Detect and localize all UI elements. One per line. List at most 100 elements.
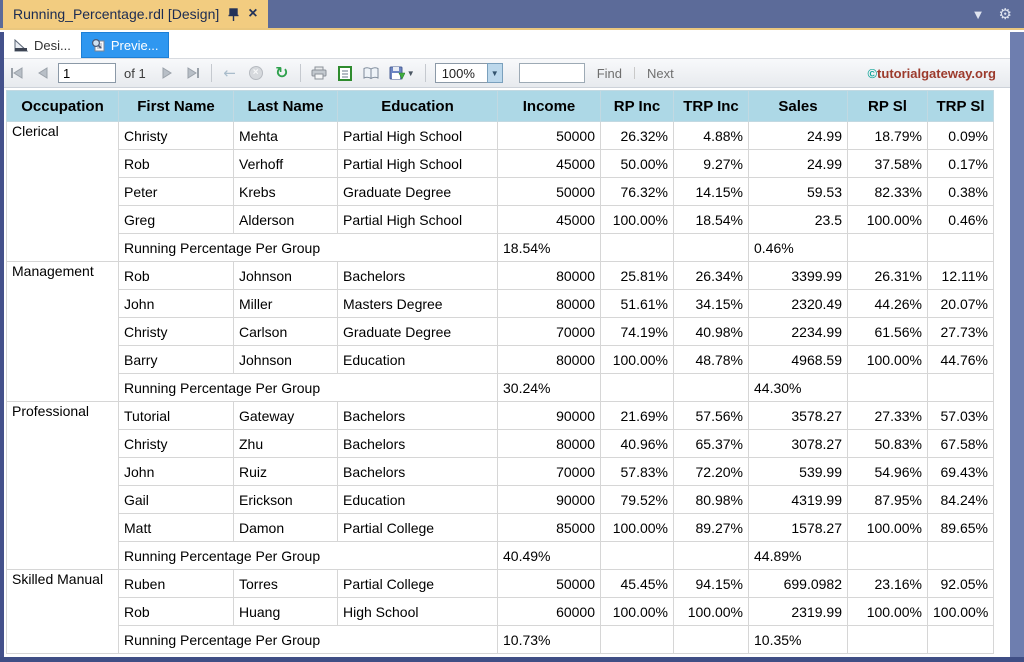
- education-cell: Graduate Degree: [338, 178, 498, 206]
- subtotal-sales-cell: 44.89%: [749, 542, 848, 570]
- table-row: PeterKrebsGraduate Degree5000076.32%14.1…: [7, 178, 994, 206]
- education-cell: Partial High School: [338, 122, 498, 150]
- trp-sl-cell: 100.00%: [928, 598, 994, 626]
- last-name-cell: Erickson: [234, 486, 338, 514]
- export-dropdown-caret[interactable]: ▼: [407, 69, 415, 78]
- income-cell: 50000: [498, 122, 601, 150]
- trp-inc-cell: 100.00%: [674, 598, 749, 626]
- subtotal-label-cell: Running Percentage Per Group: [119, 234, 498, 262]
- rp-sl-cell: 87.95%: [848, 486, 928, 514]
- column-header-rp-sl: RP Sl: [848, 91, 928, 122]
- subtotal-income-cell: 40.49%: [498, 542, 601, 570]
- trp-inc-cell: 57.56%: [674, 402, 749, 430]
- subtotal-income-cell: 10.73%: [498, 626, 601, 654]
- trp-inc-cell: 4.88%: [674, 122, 749, 150]
- tab-design[interactable]: Desi...: [4, 32, 81, 58]
- trp-sl-cell: 57.03%: [928, 402, 994, 430]
- close-icon[interactable]: ×: [248, 6, 257, 22]
- subtotal-label-cell: Running Percentage Per Group: [119, 542, 498, 570]
- last-name-cell: Verhoff: [234, 150, 338, 178]
- education-cell: High School: [338, 598, 498, 626]
- last-name-cell: Alderson: [234, 206, 338, 234]
- subtotal-trp-inc-cell: [674, 542, 749, 570]
- print-button[interactable]: [308, 62, 330, 84]
- subtotal-trp-inc-cell: [674, 626, 749, 654]
- pin-icon[interactable]: [228, 8, 239, 21]
- document-tab-title: Running_Percentage.rdl [Design]: [13, 6, 219, 22]
- sales-cell: 24.99: [749, 150, 848, 178]
- table-row: JohnMillerMasters Degree8000051.61%34.15…: [7, 290, 994, 318]
- window-border-bottom: [0, 657, 1024, 662]
- occupation-cell: Skilled Manual: [7, 570, 119, 654]
- gear-icon[interactable]: ⚙: [999, 7, 1012, 22]
- rp-sl-cell: 27.33%: [848, 402, 928, 430]
- trp-sl-cell: 89.65%: [928, 514, 994, 542]
- subtotal-rp-inc-cell: [601, 234, 674, 262]
- sales-cell: 1578.27: [749, 514, 848, 542]
- sales-cell: 2319.99: [749, 598, 848, 626]
- document-tab[interactable]: Running_Percentage.rdl [Design] ×: [3, 0, 268, 28]
- last-page-button[interactable]: [182, 62, 204, 84]
- report-table-body: ClericalChristyMehtaPartial High School5…: [7, 122, 994, 654]
- stop-button[interactable]: ×: [245, 62, 267, 84]
- rp-sl-cell: 54.96%: [848, 458, 928, 486]
- income-cell: 50000: [498, 178, 601, 206]
- subtotal-trp-sl-cell: [928, 374, 994, 402]
- table-row: MattDamonPartial College85000100.00%89.2…: [7, 514, 994, 542]
- trp-sl-cell: 0.17%: [928, 150, 994, 178]
- last-name-cell: Johnson: [234, 346, 338, 374]
- subtotal-row: Running Percentage Per Group30.24%44.30%: [7, 374, 994, 402]
- header-row: Occupation First Name Last Name Educatio…: [7, 91, 994, 122]
- table-row: RobHuangHigh School60000100.00%100.00%23…: [7, 598, 994, 626]
- subtotal-trp-sl-cell: [928, 542, 994, 570]
- education-cell: Bachelors: [338, 262, 498, 290]
- trp-inc-cell: 14.15%: [674, 178, 749, 206]
- toolbar-separator: [211, 64, 212, 82]
- trp-inc-cell: 89.27%: [674, 514, 749, 542]
- table-row: GregAldersonPartial High School45000100.…: [7, 206, 994, 234]
- column-header-trp-inc: TRP Inc: [674, 91, 749, 122]
- trp-inc-cell: 26.34%: [674, 262, 749, 290]
- first-page-button[interactable]: [6, 62, 28, 84]
- last-name-cell: Johnson: [234, 262, 338, 290]
- education-cell: Bachelors: [338, 458, 498, 486]
- refresh-button[interactable]: ↻: [271, 62, 293, 84]
- find-button[interactable]: Find: [597, 66, 622, 81]
- print-layout-button[interactable]: [334, 62, 356, 84]
- sales-cell: 59.53: [749, 178, 848, 206]
- page-setup-button[interactable]: [360, 62, 382, 84]
- trp-inc-cell: 72.20%: [674, 458, 749, 486]
- income-cell: 85000: [498, 514, 601, 542]
- chevron-down-icon[interactable]: ▼: [972, 8, 985, 21]
- next-page-button[interactable]: [156, 62, 178, 84]
- find-next-button[interactable]: Next: [647, 66, 674, 81]
- report-viewer: Occupation First Name Last Name Educatio…: [4, 90, 1010, 657]
- table-row: ManagementRobJohnsonBachelors8000025.81%…: [7, 262, 994, 290]
- previous-page-button[interactable]: [32, 62, 54, 84]
- table-row: JohnRuizBachelors7000057.83%72.20%539.99…: [7, 458, 994, 486]
- income-cell: 80000: [498, 346, 601, 374]
- rp-inc-cell: 76.32%: [601, 178, 674, 206]
- education-cell: Bachelors: [338, 430, 498, 458]
- trp-sl-cell: 84.24%: [928, 486, 994, 514]
- zoom-select[interactable]: 100% ▼: [435, 63, 503, 83]
- back-button[interactable]: ←: [219, 62, 241, 84]
- subtotal-income-cell: 30.24%: [498, 374, 601, 402]
- zoom-dropdown-caret[interactable]: ▼: [487, 63, 503, 83]
- trp-inc-cell: 65.37%: [674, 430, 749, 458]
- rp-inc-cell: 21.69%: [601, 402, 674, 430]
- tab-preview[interactable]: Previe...: [81, 32, 169, 58]
- subtotal-sales-cell: 10.35%: [749, 626, 848, 654]
- column-header-rp-inc: RP Inc: [601, 91, 674, 122]
- rp-sl-cell: 100.00%: [848, 346, 928, 374]
- find-input[interactable]: [519, 63, 585, 83]
- subtotal-row: Running Percentage Per Group10.73%10.35%: [7, 626, 994, 654]
- education-cell: Bachelors: [338, 402, 498, 430]
- trp-sl-cell: 0.46%: [928, 206, 994, 234]
- sales-cell: 3078.27: [749, 430, 848, 458]
- page-number-input[interactable]: [58, 63, 116, 83]
- trp-inc-cell: 40.98%: [674, 318, 749, 346]
- export-button[interactable]: ▼: [386, 62, 418, 84]
- column-header-last-name: Last Name: [234, 91, 338, 122]
- trp-sl-cell: 0.09%: [928, 122, 994, 150]
